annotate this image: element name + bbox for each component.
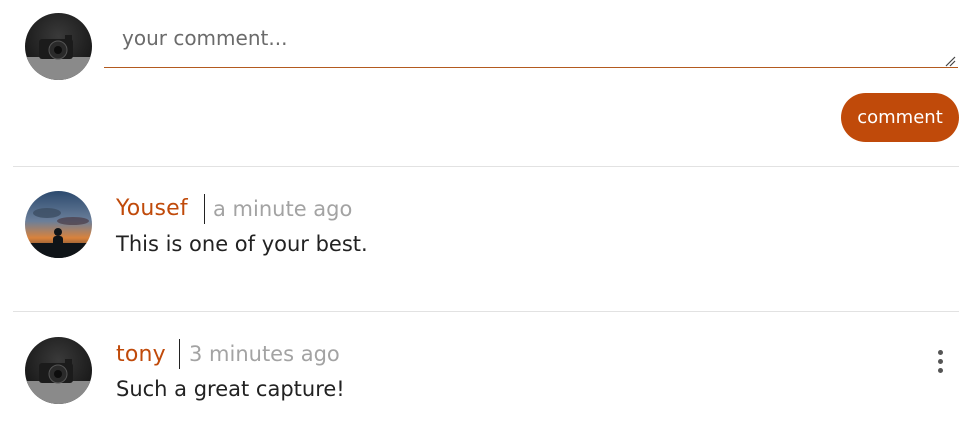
comment-text: This is one of your best. xyxy=(116,232,368,256)
divider xyxy=(13,311,959,312)
sunset-silhouette-avatar[interactable] xyxy=(25,191,92,258)
author-time-separator xyxy=(204,194,205,224)
comment-author[interactable]: Yousef xyxy=(116,196,188,221)
comment-timestamp: a minute ago xyxy=(213,197,353,221)
comment-input[interactable] xyxy=(104,18,958,68)
current-user-avatar xyxy=(25,13,92,80)
comments-section: comment Yousef xyxy=(0,0,974,445)
author-time-separator xyxy=(179,339,180,369)
comment-timestamp: 3 minutes ago xyxy=(189,342,340,366)
more-vertical-icon[interactable] xyxy=(930,350,950,376)
resize-grip-icon[interactable] xyxy=(944,55,956,67)
submit-comment-button[interactable]: comment xyxy=(841,93,959,142)
comment-author[interactable]: tony xyxy=(116,342,166,367)
camera-avatar[interactable] xyxy=(25,337,92,404)
divider xyxy=(13,166,959,167)
comment-text: Such a great capture! xyxy=(116,377,345,401)
